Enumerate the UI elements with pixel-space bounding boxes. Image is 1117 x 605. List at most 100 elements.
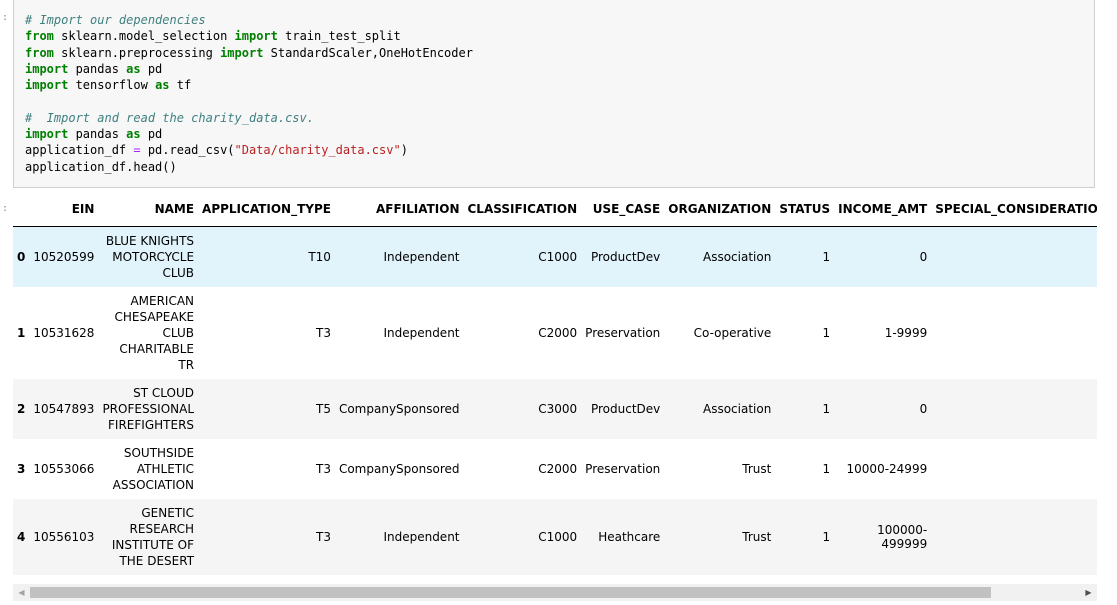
row-index: 2 bbox=[17, 401, 26, 416]
code-token: application_df.head() bbox=[25, 159, 177, 174]
table-cell: Independent bbox=[383, 325, 460, 340]
table-cell: N bbox=[931, 379, 1097, 439]
code-line: import pandas as pd bbox=[25, 126, 473, 142]
code-token: sklearn.preprocessing bbox=[53, 45, 221, 60]
table-cell: SOUTHSIDE ATHLETIC ASSOCIATION bbox=[112, 445, 195, 492]
output-prompt: : bbox=[2, 203, 9, 214]
code-token: pd.read_csv( bbox=[140, 143, 235, 158]
code-token: as bbox=[155, 78, 170, 93]
table-cell: 1 bbox=[822, 325, 831, 340]
row-index: 1 bbox=[17, 325, 26, 340]
table-cell: ProductDev bbox=[590, 401, 661, 416]
code-token: sklearn.model_selection bbox=[53, 29, 235, 44]
code-token: pd bbox=[140, 127, 163, 142]
table-cell: N bbox=[931, 439, 1097, 499]
code-token: import bbox=[25, 78, 69, 93]
table-cell: 10553066 bbox=[33, 461, 95, 476]
input-prompt: : bbox=[2, 12, 9, 23]
table-row: 4 10556103 GENETIC RESEARCH INSTITUTE OF T… bbox=[13, 498, 1097, 575]
code-line: import tensorflow as tf bbox=[25, 77, 473, 93]
table-cell: T10 bbox=[308, 249, 331, 264]
table-cell: C2000 bbox=[538, 325, 578, 340]
code-token: import bbox=[25, 127, 69, 142]
code-token: tensorflow bbox=[68, 78, 156, 93]
table-cell: Trust bbox=[742, 529, 772, 544]
table-cell: T3 bbox=[315, 529, 331, 544]
scroll-left-arrow-icon[interactable]: ◀ bbox=[13, 584, 30, 601]
code-token: # Import and read the charity_data.csv. bbox=[25, 110, 314, 125]
table-row: 1 10531628 AMERICAN CHESAPEAKE CLUB CHARIT… bbox=[13, 286, 1097, 379]
code-token: "Data/charity_data.csv" bbox=[234, 143, 401, 158]
column-header: NAME bbox=[98, 192, 199, 227]
output-area: EIN NAME APPLICATION_TYPE AFFILIATION CLASSI… bbox=[13, 192, 1097, 580]
table-cell: N bbox=[931, 287, 1097, 379]
table-cell: T3 bbox=[315, 325, 331, 340]
code-token: as bbox=[126, 127, 141, 142]
table-cell: AMERICAN CHESAPEAKE CLUB CHARITABLE TR bbox=[114, 293, 195, 372]
table-cell: 1 bbox=[822, 461, 831, 476]
table-cell: Preservation bbox=[585, 461, 661, 476]
dataframe-table: EIN NAME APPLICATION_TYPE AFFILIATION CLASSI… bbox=[13, 192, 1097, 575]
table-cell: 10520599 bbox=[33, 249, 95, 264]
table-row: 0 10520599 BLUE KNIGHTS MOTORCYCLE CLUB T10… bbox=[13, 226, 1097, 287]
code-line: from sklearn.model_selection import trai… bbox=[25, 28, 473, 44]
horizontal-scrollbar[interactable]: ◀ ▶ bbox=[13, 584, 1097, 601]
table-cell: 1-9999 bbox=[884, 325, 928, 340]
table-cell: N bbox=[931, 227, 1097, 287]
table-cell: T3 bbox=[315, 461, 331, 476]
table-row: 2 10547893 ST CLOUD PROFESSIONAL FIREFIGHT… bbox=[13, 378, 1097, 439]
row-index: 3 bbox=[17, 461, 26, 476]
code-token: import bbox=[234, 29, 278, 44]
code-line: import pandas as pd bbox=[25, 61, 473, 77]
table-cell: N bbox=[931, 499, 1097, 575]
table-cell: ProductDev bbox=[590, 249, 661, 264]
table-cell: 10531628 bbox=[33, 325, 95, 340]
table-cell: T5 bbox=[315, 401, 331, 416]
code-token: train_test_split bbox=[277, 29, 401, 44]
code-editor[interactable]: # Import our dependencies from sklearn.mo… bbox=[25, 12, 473, 175]
table-cell: C2000 bbox=[538, 461, 578, 476]
code-token: = bbox=[133, 143, 141, 158]
code-line: # Import and read the charity_data.csv. bbox=[25, 110, 473, 126]
code-token: # Import our dependencies bbox=[25, 13, 206, 27]
column-header: USE_CASE bbox=[581, 192, 665, 227]
code-cell[interactable]: # Import our dependencies from sklearn.mo… bbox=[13, 0, 1095, 188]
code-token: pandas bbox=[68, 127, 127, 142]
column-header: STATUS bbox=[775, 192, 835, 227]
table-cell: CompanySponsored bbox=[338, 461, 460, 476]
scrollbar-thumb[interactable] bbox=[30, 587, 991, 598]
column-header: AFFILIATION bbox=[334, 192, 464, 227]
table-cell: BLUE KNIGHTS MOTORCYCLE CLUB bbox=[105, 233, 195, 280]
table-cell: 10556103 bbox=[33, 529, 95, 544]
table-cell: Independent bbox=[383, 529, 460, 544]
row-index: 4 bbox=[17, 529, 26, 544]
code-token: ) bbox=[400, 143, 408, 158]
table-cell: Independent bbox=[383, 249, 460, 264]
code-line: # Import our dependencies bbox=[25, 12, 473, 28]
table-cell: 0 bbox=[919, 401, 928, 416]
table-cell: Association bbox=[702, 401, 772, 416]
table-cell: Preservation bbox=[585, 325, 661, 340]
column-header: EIN bbox=[29, 192, 99, 227]
code-token: import bbox=[25, 61, 69, 76]
code-line: application_df.head() bbox=[25, 159, 473, 175]
table-cell: Heathcare bbox=[598, 529, 661, 544]
scroll-right-arrow-icon[interactable]: ▶ bbox=[1080, 584, 1097, 601]
code-line: application_df = pd.read_csv("Data/chari… bbox=[25, 142, 473, 158]
table-row: 3 10553066 SOUTHSIDE ATHLETIC ASSOCIATION T… bbox=[13, 438, 1097, 499]
table-cell: CompanySponsored bbox=[338, 401, 460, 416]
code-token: pd bbox=[140, 61, 163, 76]
column-header: CLASSIFICATION bbox=[463, 192, 582, 227]
table-cell: 10000-24999 bbox=[846, 461, 928, 476]
table-cell: C1000 bbox=[538, 529, 578, 544]
table-cell: 1 bbox=[822, 529, 831, 544]
column-header: SPECIAL_CONSIDERATIONS bbox=[931, 192, 1097, 227]
column-header: ORGANIZATION bbox=[664, 192, 776, 227]
code-line: from sklearn.preprocessing import Standa… bbox=[25, 45, 473, 61]
table-cell: 10547893 bbox=[33, 401, 95, 416]
code-token: as bbox=[126, 61, 141, 76]
table-cell: ST CLOUD PROFESSIONAL FIREFIGHTERS bbox=[102, 385, 195, 432]
table-cell: Association bbox=[702, 249, 772, 264]
table-cell: Co-operative bbox=[693, 325, 772, 340]
